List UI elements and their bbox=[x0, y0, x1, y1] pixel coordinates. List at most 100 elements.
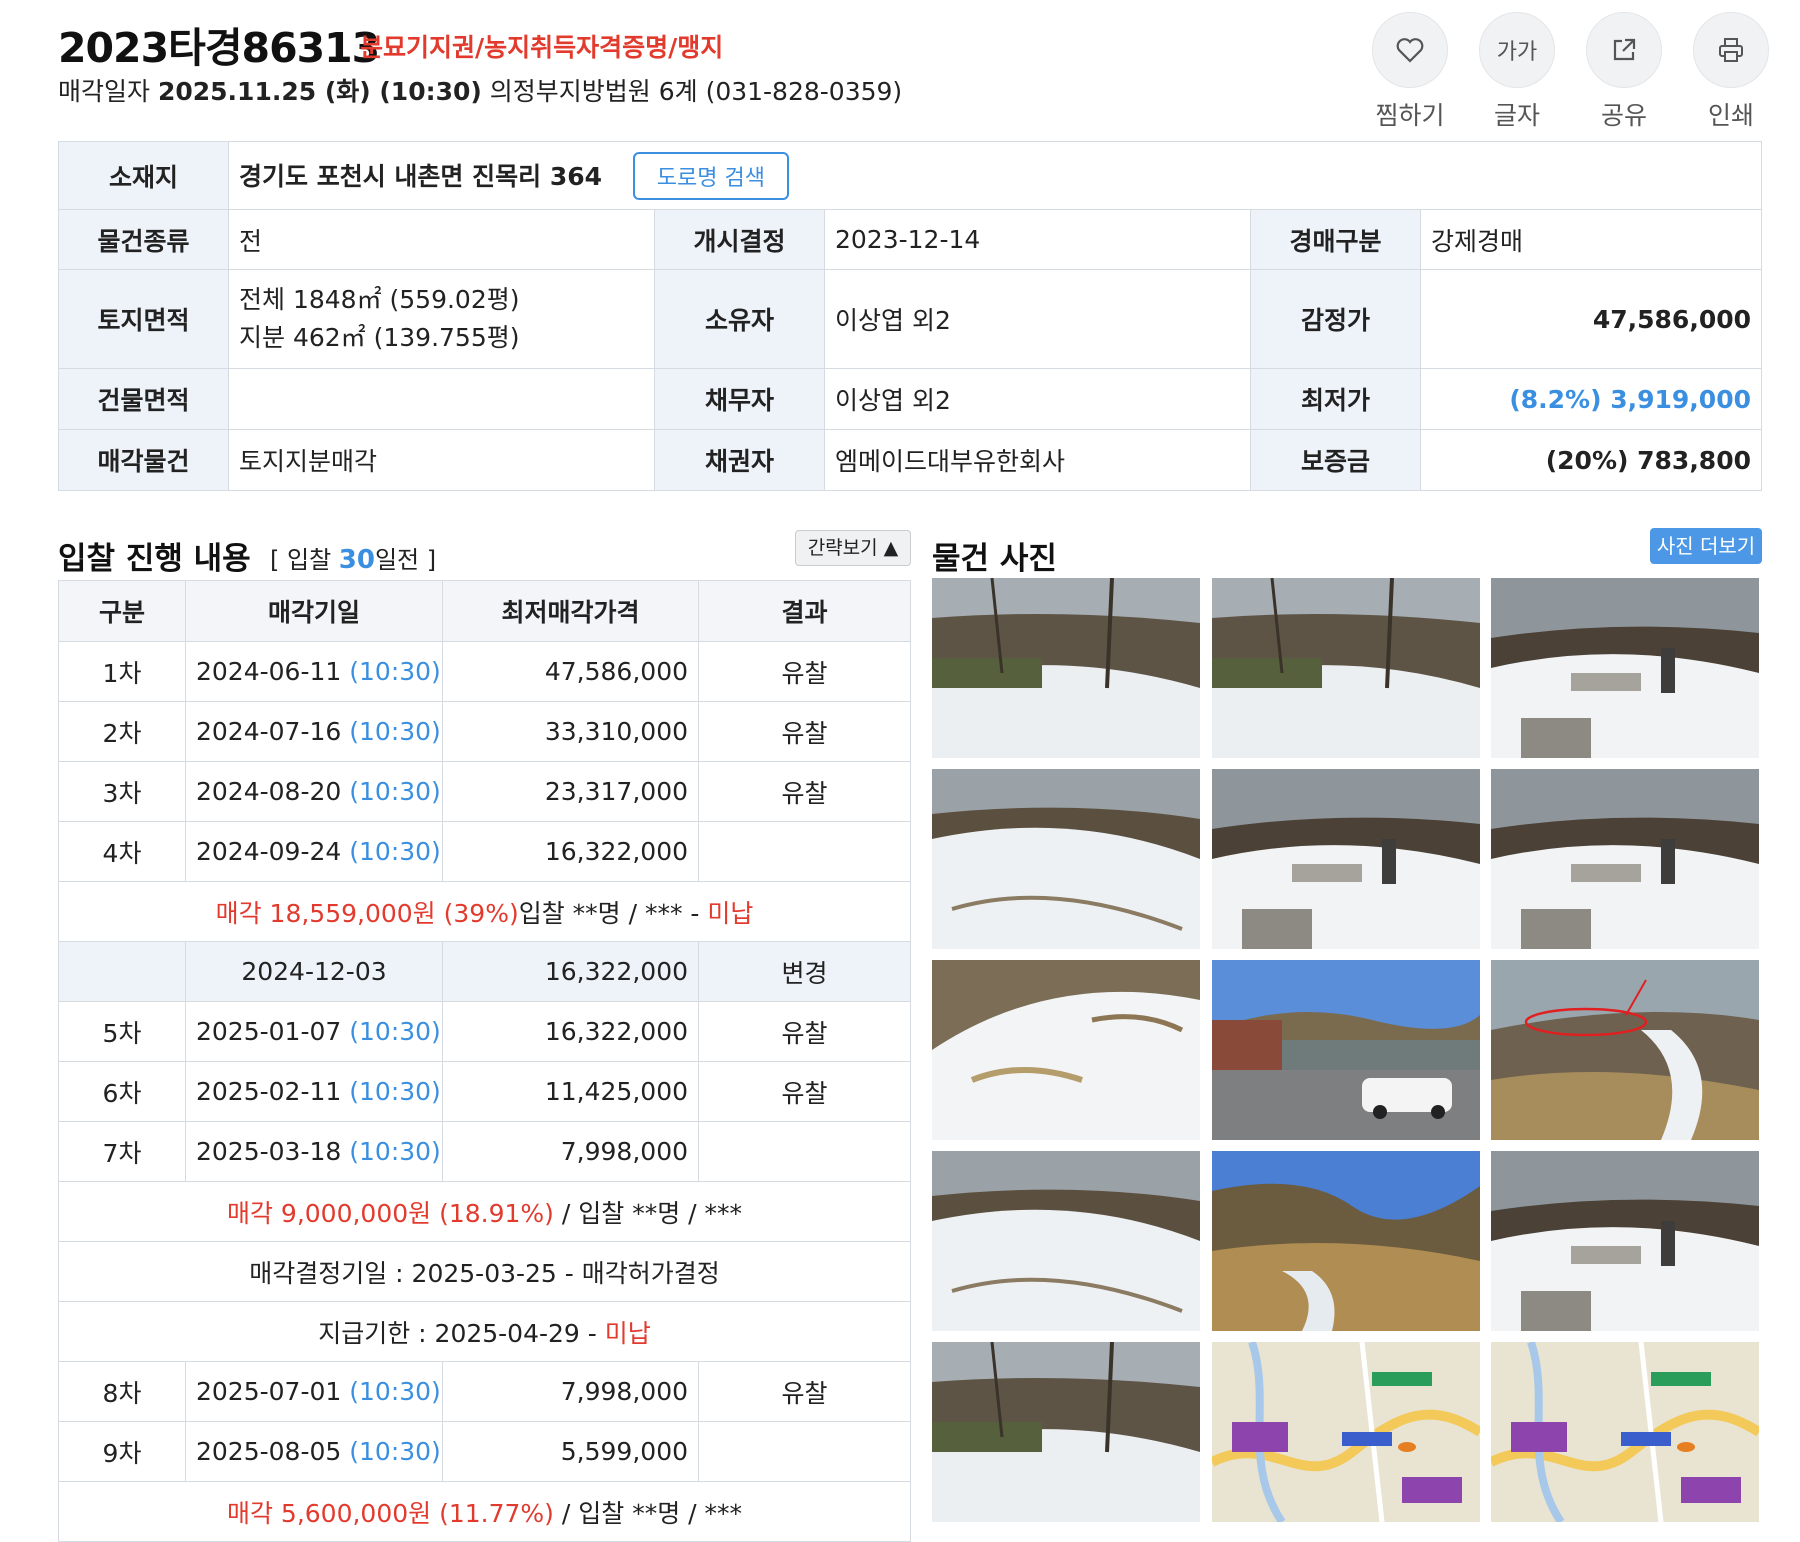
property-photo[interactable] bbox=[1491, 1342, 1759, 1522]
payment-note: 지급기한 : 2025-04-29 - 미납 bbox=[58, 1301, 911, 1362]
property-photo[interactable] bbox=[932, 578, 1200, 758]
date-cell: 2024-07-16 (10:30) bbox=[185, 701, 443, 762]
bid-note: 매각 9,000,000원 (18.91%) / 입찰 **명 / *** bbox=[58, 1181, 911, 1242]
property-info-table: 소재지 경기도 포천시 내촌면 진목리 364 도로명 검색 물건종류 전 개시… bbox=[58, 141, 1762, 491]
column-header: 매각기일 bbox=[185, 580, 443, 642]
bid-note-row: 매각 18,559,000원 (39%)입찰 **명 / *** - 미납 bbox=[58, 881, 911, 942]
photo-section-title: 물건 사진 bbox=[932, 541, 1057, 577]
countdown-prefix: [ 입찰 bbox=[270, 546, 339, 574]
info-header: 감정가 bbox=[1250, 269, 1421, 369]
price-cell: 47,586,000 bbox=[442, 641, 699, 702]
land-area-cell: 전체 1848㎡ (559.02평) 지분 462㎡ (139.755평) bbox=[228, 269, 655, 369]
info-header: 개시결정 bbox=[654, 209, 825, 270]
price-cell: 5,599,000 bbox=[442, 1421, 699, 1482]
countdown-suffix: 일전 ] bbox=[374, 546, 437, 574]
info-header: 보증금 bbox=[1250, 429, 1421, 491]
print-icon bbox=[1693, 12, 1769, 88]
bid-info: 입찰 **명 / *** - bbox=[518, 898, 708, 928]
round-cell: 6차 bbox=[58, 1061, 186, 1122]
result-cell: 유찰 bbox=[698, 1361, 911, 1422]
bid-date: 2024-09-24 bbox=[196, 837, 342, 866]
info-value: 엠메이드대부유한회사 bbox=[824, 429, 1251, 491]
brief-view-button[interactable]: 간략보기 ▲ bbox=[795, 530, 911, 566]
property-photo[interactable] bbox=[1212, 960, 1480, 1140]
info-value: 토지지분매각 bbox=[228, 429, 655, 491]
bid-date: 2025-02-11 bbox=[196, 1077, 342, 1106]
minimum-price-value: (8.2%) 3,919,000 bbox=[1420, 368, 1762, 430]
bid-note-row: 지급기한 : 2025-04-29 - 미납 bbox=[58, 1301, 911, 1362]
bid-note: 매각 18,559,000원 (39%)입찰 **명 / *** - 미납 bbox=[58, 881, 911, 942]
property-photo[interactable] bbox=[1491, 960, 1759, 1140]
property-photo[interactable] bbox=[1212, 578, 1480, 758]
bid-note-row: 매각 5,600,000원 (11.77%) / 입찰 **명 / *** bbox=[58, 1481, 911, 1542]
price-cell: 7,998,000 bbox=[442, 1121, 699, 1182]
price-cell: 16,322,000 bbox=[442, 941, 699, 1002]
bid-note-row: 매각결정기일 : 2025-03-25 - 매각허가결정 bbox=[58, 1241, 911, 1302]
result-cell: 유찰 bbox=[698, 701, 911, 762]
property-photo[interactable] bbox=[932, 960, 1200, 1140]
land-area-total: 전체 1848㎡ (559.02평) bbox=[239, 285, 520, 314]
bid-time: (10:30) bbox=[349, 777, 441, 806]
info-header: 경매구분 bbox=[1250, 209, 1421, 270]
result-cell: 유찰 bbox=[698, 641, 911, 702]
print-button[interactable]: 인쇄 bbox=[1686, 12, 1776, 132]
result-cell: 변경 bbox=[698, 941, 911, 1002]
bid-date: 2025-03-18 bbox=[196, 1137, 342, 1166]
share-button[interactable]: 공유 bbox=[1579, 12, 1669, 132]
text-size-button[interactable]: 가가 글자 bbox=[1472, 12, 1562, 132]
date-cell: 2024-12-03 bbox=[185, 941, 443, 1002]
info-value: 이상엽 외2 bbox=[824, 269, 1251, 369]
column-header: 최저매각가격 bbox=[442, 580, 699, 642]
sale-result: 매각 9,000,000원 (18.91%) bbox=[226, 1198, 554, 1228]
bid-date: 2024-06-11 bbox=[196, 657, 342, 686]
round-cell bbox=[58, 941, 186, 1002]
date-cell: 2024-08-20 (10:30) bbox=[185, 761, 443, 822]
bid-time: (10:30) bbox=[349, 837, 441, 866]
info-row: 토지면적 전체 1848㎡ (559.02평) 지분 462㎡ (139.755… bbox=[58, 269, 1762, 369]
info-header: 채무자 bbox=[654, 368, 825, 430]
date-cell: 2025-07-01 (10:30) bbox=[185, 1361, 443, 1422]
date-cell: 2025-03-18 (10:30) bbox=[185, 1121, 443, 1182]
property-photo[interactable] bbox=[1491, 1151, 1759, 1331]
countdown-days: 30 bbox=[338, 545, 375, 575]
round-cell: 8차 bbox=[58, 1361, 186, 1422]
price-cell: 11,425,000 bbox=[442, 1061, 699, 1122]
property-photo[interactable] bbox=[1212, 1151, 1480, 1331]
property-photo[interactable] bbox=[1491, 578, 1759, 758]
sale-datetime: 2025.11.25 (화) (10:30) bbox=[157, 77, 482, 106]
property-photo[interactable] bbox=[932, 1342, 1200, 1522]
result-cell bbox=[698, 1121, 911, 1182]
bid-date: 2024-08-20 bbox=[196, 777, 342, 806]
case-number: 2023타경86313 bbox=[58, 24, 380, 72]
bid-time: (10:30) bbox=[349, 1017, 441, 1046]
payment-deadline: 지급기한 : 2025-04-29 - bbox=[318, 1318, 605, 1348]
payment-status: 미납 bbox=[604, 1318, 651, 1348]
info-header: 건물면적 bbox=[58, 368, 229, 430]
bid-date: 2025-01-07 bbox=[196, 1017, 342, 1046]
info-header: 토지면적 bbox=[58, 269, 229, 369]
bid-date: 2024-07-16 bbox=[196, 717, 342, 746]
property-photo[interactable] bbox=[1212, 769, 1480, 949]
date-cell: 2024-06-11 (10:30) bbox=[185, 641, 443, 702]
date-cell: 2025-02-11 (10:30) bbox=[185, 1061, 443, 1122]
bid-note: 매각 5,600,000원 (11.77%) / 입찰 **명 / *** bbox=[58, 1481, 911, 1542]
bid-history-title: 입찰 진행 내용 bbox=[58, 541, 251, 577]
round-cell: 4차 bbox=[58, 821, 186, 882]
more-photos-button[interactable]: 사진 더보기 bbox=[1650, 528, 1762, 564]
favorite-button[interactable]: 찜하기 bbox=[1365, 12, 1455, 132]
bid-row: 3차 2024-08-20 (10:30) 23,317,000 유찰 bbox=[58, 761, 911, 822]
bid-time: (10:30) bbox=[349, 657, 441, 686]
round-cell: 1차 bbox=[58, 641, 186, 702]
deposit-value: (20%) 783,800 bbox=[1420, 429, 1762, 491]
bid-date: 2025-07-01 bbox=[196, 1377, 342, 1406]
property-photo[interactable] bbox=[932, 1151, 1200, 1331]
bid-row: 4차 2024-09-24 (10:30) 16,322,000 bbox=[58, 821, 911, 882]
property-photo[interactable] bbox=[1491, 769, 1759, 949]
property-photo[interactable] bbox=[932, 769, 1200, 949]
result-cell: 유찰 bbox=[698, 1061, 911, 1122]
property-photo[interactable] bbox=[1212, 1342, 1480, 1522]
info-value: 강제경매 bbox=[1420, 209, 1762, 270]
road-search-button[interactable]: 도로명 검색 bbox=[632, 151, 789, 200]
land-area-share: 지분 462㎡ (139.755평) bbox=[239, 323, 520, 352]
price-cell: 33,310,000 bbox=[442, 701, 699, 762]
